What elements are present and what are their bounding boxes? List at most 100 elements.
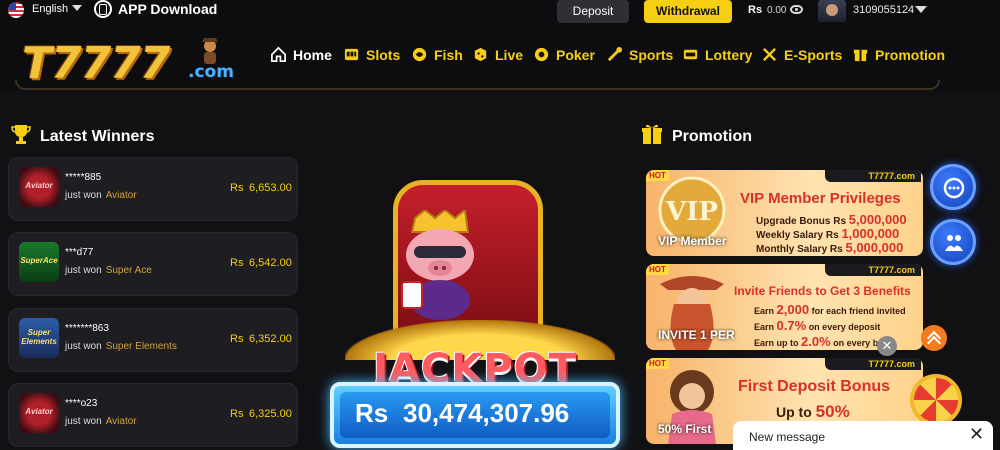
promotion-title: Promotion xyxy=(672,128,752,145)
game-thumbnail: Super Elements xyxy=(19,318,59,358)
promotion-icon xyxy=(853,49,868,62)
esports-icon xyxy=(762,47,777,62)
winner-game: Aviator xyxy=(105,190,137,201)
just-won-text: just won xyxy=(65,416,102,427)
winner-game: Aviator xyxy=(105,416,137,427)
winner-amount: 6,325.00 xyxy=(249,408,292,420)
nav-sports[interactable]: Sports xyxy=(606,46,673,63)
poker-icon xyxy=(534,47,549,62)
winner-amount: 6,542.00 xyxy=(249,257,292,269)
customer-service-button[interactable] xyxy=(930,164,976,210)
close-icon[interactable]: ✕ xyxy=(969,424,984,445)
chevron-down-icon[interactable] xyxy=(72,5,82,11)
promo-line-suffix: on every deposit xyxy=(808,322,881,332)
just-won-text: just won xyxy=(65,341,102,352)
promo-line-label: Earn xyxy=(754,322,775,332)
nav-label: Poker xyxy=(556,46,595,63)
winner-username: ****o23 xyxy=(65,398,98,409)
winner-amount: 6,352.00 xyxy=(249,333,292,345)
balance-currency: Rs xyxy=(748,4,763,16)
gift-icon xyxy=(642,124,662,144)
promo-line: Earn up to 2.0% on every bet xyxy=(754,334,886,349)
close-popup-button[interactable]: ✕ xyxy=(877,336,897,356)
promo-line: Earn 0.7% on every deposit xyxy=(754,318,880,333)
promo-overlay-caption: 50% First xyxy=(658,422,712,436)
hot-badge: HOT xyxy=(646,358,669,369)
promo-overlay-caption: INVITE 1 PER xyxy=(658,328,735,342)
winner-action: just won Super Ace xyxy=(65,265,152,276)
promo-brand: T7777.com xyxy=(825,358,921,370)
winner-username: *******863 xyxy=(65,323,109,334)
promo-line: Weekly Salary Rs 1,000,000 xyxy=(756,226,899,241)
nav-label: Lottery xyxy=(705,46,753,63)
promo-line: Monthly Salary Rs 5,000,000 xyxy=(756,240,903,255)
promo-line: Up to 50% xyxy=(776,402,850,422)
nav-label: Live xyxy=(495,46,524,63)
promo-overlay-caption: VIP Member xyxy=(658,234,727,248)
jackpot-value: 30,474,307.96 xyxy=(403,398,570,428)
language-selector[interactable]: English xyxy=(32,3,68,15)
nav-label: Sports xyxy=(629,46,674,63)
lottery-icon xyxy=(683,49,698,60)
new-message-bar[interactable]: New message ✕ xyxy=(733,421,993,450)
jackpot-currency: Rs xyxy=(355,398,389,428)
nav-label: Fish xyxy=(434,46,463,63)
user-id[interactable]: 3109055124 xyxy=(853,4,914,16)
winner-currency: Rs xyxy=(230,257,244,269)
nav-slots[interactable]: Slots xyxy=(343,46,400,63)
promo-line-label: Earn xyxy=(754,306,775,316)
thumb-label: Aviator xyxy=(25,407,53,416)
promo-card-vip[interactable]: VIP HOT T7777.com VIP Member Privileges … xyxy=(646,170,923,256)
scroll-to-top-button[interactable] xyxy=(921,325,947,351)
winner-action: just won Aviator xyxy=(65,190,137,201)
nav-label: Slots xyxy=(366,46,401,63)
promo-line: Earn 2,000 for each friend invited xyxy=(754,302,906,317)
jackpot-banner[interactable]: JACKPOT Rs 30,474,307.96 xyxy=(325,170,625,450)
winner-card[interactable]: Aviator *****885 just won Aviator Rs 6,65… xyxy=(8,157,298,221)
nav-label: Home xyxy=(293,46,332,63)
promo-line-value: 5,000,000 xyxy=(845,240,904,255)
eye-icon[interactable] xyxy=(790,5,803,14)
winner-card[interactable]: SuperAce ***d77 just won Super Ace Rs 6,5… xyxy=(8,232,298,296)
nav-fish[interactable]: Fish xyxy=(411,46,463,63)
sports-icon xyxy=(607,46,623,62)
deposit-button[interactable]: Deposit xyxy=(557,0,629,23)
lucky-wheel-icon[interactable] xyxy=(910,374,962,426)
nav-home[interactable]: Home xyxy=(270,46,332,63)
nav-label: E-Sports xyxy=(784,46,843,63)
new-message-label: New message xyxy=(749,430,826,444)
winner-card[interactable]: Super Elements *******863 just won Super … xyxy=(8,308,298,372)
nav-promotion[interactable]: Promotion xyxy=(852,46,945,63)
promo-line-label: Monthly Salary Rs xyxy=(756,244,843,255)
hot-badge: HOT xyxy=(646,170,669,181)
slots-icon xyxy=(344,48,359,61)
nav-esports[interactable]: E-Sports xyxy=(761,46,842,63)
withdrawal-button[interactable]: Withdrawal xyxy=(644,0,732,23)
nav-lottery[interactable]: Lottery xyxy=(682,46,752,63)
nav-live[interactable]: Live xyxy=(472,46,523,63)
promo-line: Upgrade Bonus Rs 5,000,000 xyxy=(756,212,907,227)
promo-line-value: 0.7% xyxy=(776,318,807,333)
mobile-app-icon[interactable] xyxy=(94,0,112,18)
user-menu-chevron-down-icon[interactable] xyxy=(915,6,927,13)
nav-label: Promotion xyxy=(875,46,945,63)
fish-icon xyxy=(412,47,427,62)
app-download-link[interactable]: APP Download xyxy=(118,1,217,17)
winner-username: *****885 xyxy=(65,172,102,183)
svg-text:VIP: VIP xyxy=(665,197,718,227)
winner-action: just won Aviator xyxy=(65,416,137,427)
community-button[interactable] xyxy=(930,219,976,265)
promo-line-label: Earn up to xyxy=(754,338,799,348)
promo-title: Invite Friends to Get 3 Benefits xyxy=(734,284,911,298)
winner-card[interactable]: Aviator ****o23 just won Aviator Rs 6,325… xyxy=(8,383,298,447)
game-thumbnail: Aviator xyxy=(19,393,59,433)
us-flag-icon[interactable] xyxy=(8,2,24,18)
promo-title: First Deposit Bonus xyxy=(738,378,891,395)
avatar[interactable] xyxy=(818,0,846,22)
nav-poker[interactable]: Poker xyxy=(533,46,595,63)
thumb-label: Super Elements xyxy=(21,328,57,346)
hot-badge: HOT xyxy=(646,264,669,275)
just-won-text: just won xyxy=(65,265,102,276)
pig-king-mascot-icon xyxy=(401,210,474,320)
trophy-icon xyxy=(11,125,31,144)
